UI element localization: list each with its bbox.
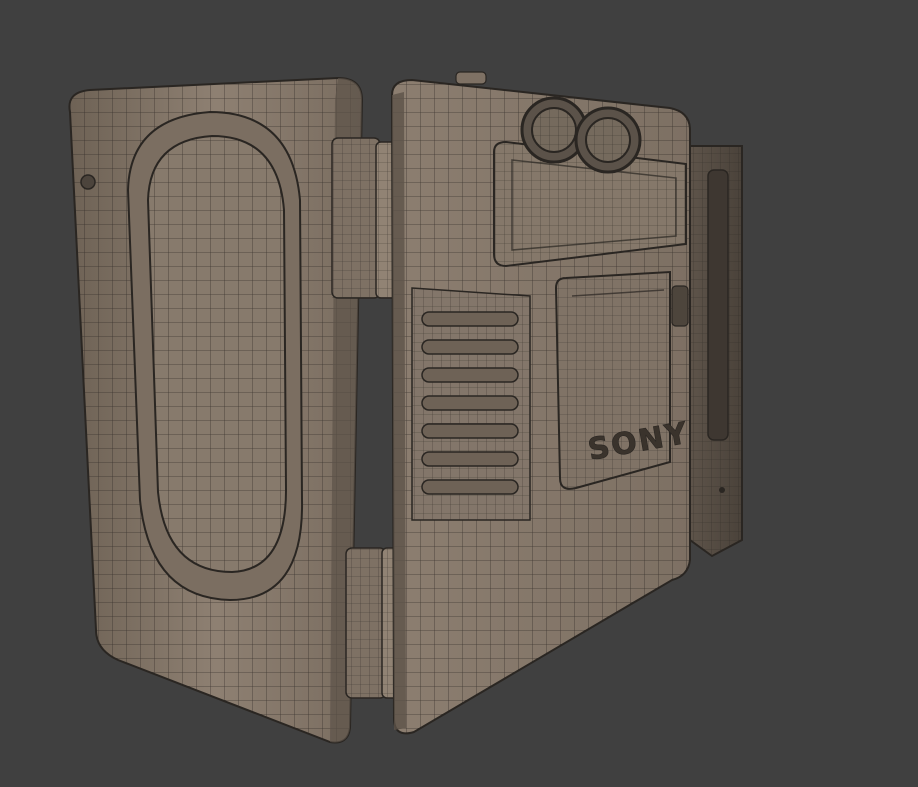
left-door-panel xyxy=(68,76,364,744)
belt-clip xyxy=(689,145,743,558)
screw-icon xyxy=(80,174,96,190)
clip-screw-icon xyxy=(719,487,725,493)
3d-viewport[interactable]: SONY xyxy=(0,0,918,787)
cassette-window xyxy=(126,110,304,602)
vent-grille xyxy=(411,287,531,521)
side-latch xyxy=(671,285,689,327)
right-knob-icon xyxy=(574,106,642,174)
top-button xyxy=(455,71,487,85)
